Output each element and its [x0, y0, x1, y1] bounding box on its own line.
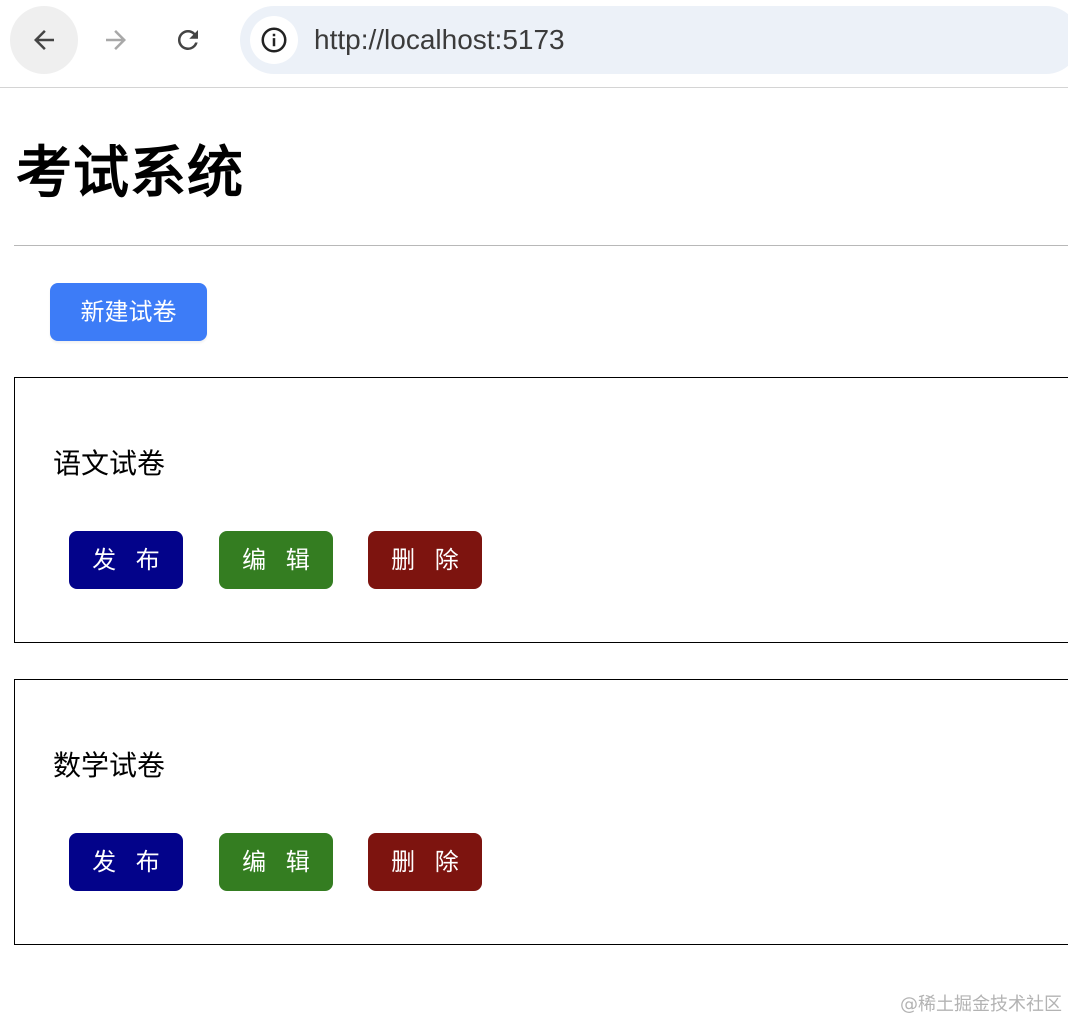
paper-title: 语文试卷 [53, 447, 166, 480]
publish-button[interactable]: 发 布 [69, 531, 183, 589]
edit-button[interactable]: 编 辑 [219, 833, 333, 891]
back-arrow-icon [34, 30, 54, 50]
paper-title: 数学试卷 [53, 749, 166, 782]
watermark: @稀土掘金技术社区 [900, 994, 1062, 1015]
forward-arrow-icon [106, 30, 126, 50]
address-bar[interactable]: http://localhost:5173 [240, 6, 1068, 74]
back-button[interactable] [10, 6, 78, 74]
delete-button[interactable]: 删 除 [368, 833, 482, 891]
publish-button[interactable]: 发 布 [69, 833, 183, 891]
forward-button[interactable] [82, 6, 150, 74]
reload-icon [177, 29, 198, 50]
page-title: 考试系统 [16, 141, 244, 206]
reload-button[interactable] [154, 6, 222, 74]
delete-button[interactable]: 删 除 [368, 531, 482, 589]
site-info-button[interactable] [250, 16, 298, 64]
paper-card: 语文试卷 发 布 编 辑 删 除 [14, 377, 1068, 643]
info-icon [261, 27, 287, 53]
paper-card: 数学试卷 发 布 编 辑 删 除 [14, 679, 1068, 945]
url-text[interactable]: http://localhost:5173 [314, 6, 565, 74]
divider [14, 245, 1068, 246]
browser-toolbar: http://localhost:5173 [0, 0, 1068, 88]
new-paper-button[interactable]: 新建试卷 [50, 283, 207, 341]
edit-button[interactable]: 编 辑 [219, 531, 333, 589]
